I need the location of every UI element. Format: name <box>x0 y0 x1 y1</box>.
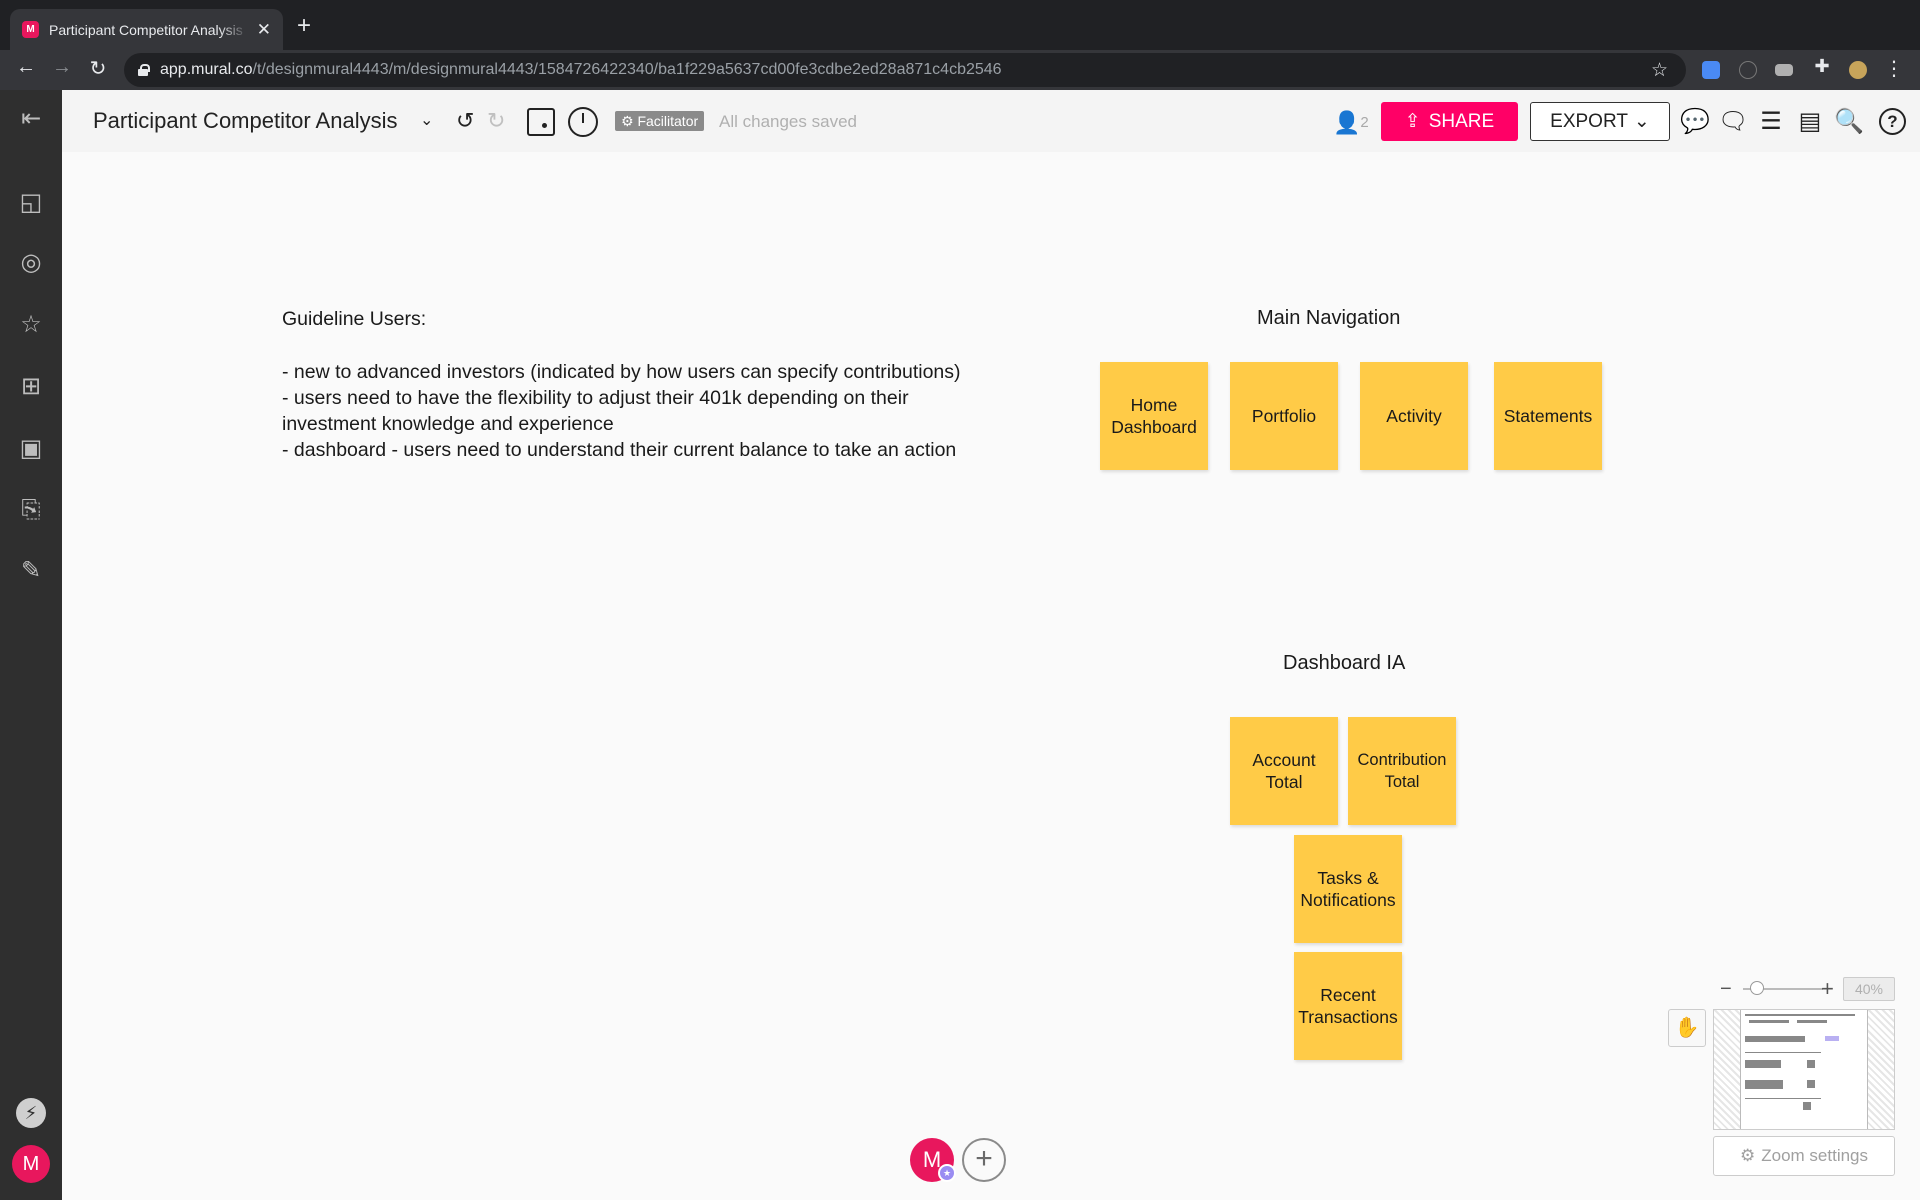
close-icon[interactable]: ✕ <box>257 20 271 40</box>
minimap-mark <box>1807 1080 1815 1088</box>
profile-avatar-icon[interactable] <box>1849 61 1867 79</box>
help-button[interactable]: ? <box>1879 108 1906 135</box>
lightning-icon[interactable]: ⚡ <box>16 1098 46 1128</box>
minimap-mark <box>1807 1060 1815 1068</box>
rail-user-avatar[interactable]: M <box>12 1145 50 1183</box>
sticky-recent-transactions[interactable]: Recent Transactions <box>1294 952 1402 1060</box>
url-host: app.mural.co <box>160 61 253 78</box>
back-icon[interactable]: ← <box>12 56 40 79</box>
hand-pan-icon[interactable]: ✋ <box>1668 1009 1706 1047</box>
export-button[interactable]: EXPORT ⌄ <box>1530 102 1670 141</box>
minimap-hatch-left <box>1714 1010 1740 1129</box>
sticky-home-dashboard[interactable]: Home Dashboard <box>1100 362 1208 470</box>
minimap-mark <box>1745 1098 1821 1099</box>
sticky-tasks-notifications[interactable]: Tasks & Notifications <box>1294 835 1402 943</box>
dashboard-ia-title[interactable]: Dashboard IA <box>1283 652 1405 675</box>
sticky-note-icon[interactable]: ◱ <box>16 188 46 218</box>
minimap-mark <box>1745 1080 1783 1089</box>
redo-icon[interactable]: ↻ <box>487 108 505 134</box>
bookmark-star-icon[interactable]: ☆ <box>1651 59 1668 82</box>
import-file-icon[interactable]: ⎘ <box>16 495 46 525</box>
icons-star-icon[interactable]: ☆ <box>16 310 46 340</box>
lock-icon <box>138 64 150 76</box>
collapse-panel-icon[interactable]: ⇤ <box>16 104 46 134</box>
comment-icon[interactable]: 🗨 <box>1718 107 1748 136</box>
sticky-statements[interactable]: Statements <box>1494 362 1602 470</box>
gear-icon: ⚙ <box>1739 1146 1756 1165</box>
new-tab-icon[interactable]: + <box>297 12 311 40</box>
reload-icon[interactable]: ↻ <box>84 56 112 81</box>
export-label: EXPORT <box>1550 110 1628 132</box>
shapes-icon[interactable]: ◎ <box>16 248 46 278</box>
browser-tab[interactable]: M Participant Competitor Analysis ✕ <box>10 9 283 50</box>
mural-toolbar: Participant Competitor Analysis ⌄ ↺ ↻ ⚙ … <box>62 90 1920 152</box>
undo-icon[interactable]: ↺ <box>456 108 474 134</box>
sticky-account-total[interactable]: Account Total <box>1230 717 1338 825</box>
timer-icon[interactable] <box>568 107 598 137</box>
pencil-draw-icon[interactable]: ✎ <box>16 556 46 586</box>
main-navigation-title[interactable]: Main Navigation <box>1257 307 1400 330</box>
chevron-down-icon: ⌄ <box>1633 111 1650 132</box>
menu-kebab-icon[interactable]: ⋮ <box>1880 56 1908 81</box>
sticky-contribution-total[interactable]: Contribution Total <box>1348 717 1456 825</box>
outline-list-icon[interactable]: ▤ <box>1795 107 1825 136</box>
person-icon: 👤 <box>1333 110 1361 135</box>
minimap-mark <box>1745 1060 1781 1068</box>
guideline-users-text[interactable]: Guideline Users: - new to advanced inves… <box>282 306 962 464</box>
invite-button[interactable]: + <box>962 1138 1006 1182</box>
share-button[interactable]: ⇪ SHARE <box>1381 102 1518 141</box>
zoom-settings-label: Zoom settings <box>1761 1146 1868 1165</box>
search-icon[interactable]: 🔍 <box>1834 107 1864 136</box>
minimap-mark <box>1749 1020 1789 1023</box>
mural-title[interactable]: Participant Competitor Analysis <box>93 108 397 134</box>
zoom-slider-handle[interactable] <box>1750 981 1764 995</box>
facilitator-badge[interactable]: ⚙ Facilitator <box>615 111 705 131</box>
zoom-in-button[interactable]: + <box>1821 976 1834 1002</box>
forward-icon[interactable]: → <box>48 56 76 79</box>
minimap-mark <box>1745 1052 1821 1053</box>
mural-favicon-icon: M <box>22 21 39 38</box>
card-extension-icon[interactable] <box>1775 64 1793 76</box>
upload-icon: ⇪ <box>1404 111 1421 132</box>
image-icon[interactable]: ▣ <box>16 434 46 464</box>
left-tool-rail: ⇤ ◱ ◎ ☆ ⊞ ▣ ⎘ ✎ ⚡ M <box>0 90 62 1200</box>
minimap-mark <box>1745 1036 1805 1042</box>
chat-icon[interactable]: 💬 <box>1680 107 1710 136</box>
zoom-out-button[interactable]: − <box>1720 978 1732 1001</box>
minimap-hatch-right <box>1868 1010 1894 1129</box>
minimap-mark <box>1803 1102 1811 1110</box>
share-label: SHARE <box>1428 110 1495 132</box>
zoom-percent[interactable]: 40% <box>1843 977 1895 1001</box>
activity-history-icon[interactable]: ☰ <box>1756 107 1786 136</box>
collaborators-indicator[interactable]: 👤2 <box>1333 110 1369 136</box>
facilitator-label: Facilitator <box>637 113 699 129</box>
collaborator-count: 2 <box>1360 113 1369 131</box>
sticky-activity[interactable]: Activity <box>1360 362 1468 470</box>
minimap[interactable] <box>1713 1009 1895 1130</box>
info-extension-icon[interactable] <box>1739 61 1757 79</box>
url-path: /t/designmural4443/m/designmural4443/158… <box>252 61 1002 78</box>
minimap-mark <box>1745 1014 1855 1016</box>
minimap-viewport <box>1740 1010 1868 1129</box>
browser-tab-strip: M Participant Competitor Analysis ✕ + <box>0 0 1920 50</box>
sticky-portfolio[interactable]: Portfolio <box>1230 362 1338 470</box>
save-status: All changes saved <box>719 112 857 131</box>
minimap-mark <box>1825 1036 1839 1041</box>
browser-nav-bar: ← → ↻ app.mural.co/t/designmural4443/m/d… <box>0 50 1920 90</box>
zoom-settings-button[interactable]: ⚙ Zoom settings <box>1713 1136 1895 1176</box>
facilitator-star-icon: ★ <box>938 1164 956 1182</box>
chevron-down-icon[interactable]: ⌄ <box>420 110 433 130</box>
browser-tab-title: Participant Competitor Analysis <box>49 21 243 38</box>
zoom-extension-icon[interactable] <box>1702 61 1720 79</box>
outline-view-icon[interactable] <box>527 108 555 136</box>
minimap-mark <box>1797 1020 1827 1023</box>
puzzle-extension-icon[interactable]: ✚ <box>1808 56 1836 77</box>
frameworks-grid-icon[interactable]: ⊞ <box>16 372 46 402</box>
address-bar[interactable]: app.mural.co/t/designmural4443/m/designm… <box>124 53 1686 87</box>
